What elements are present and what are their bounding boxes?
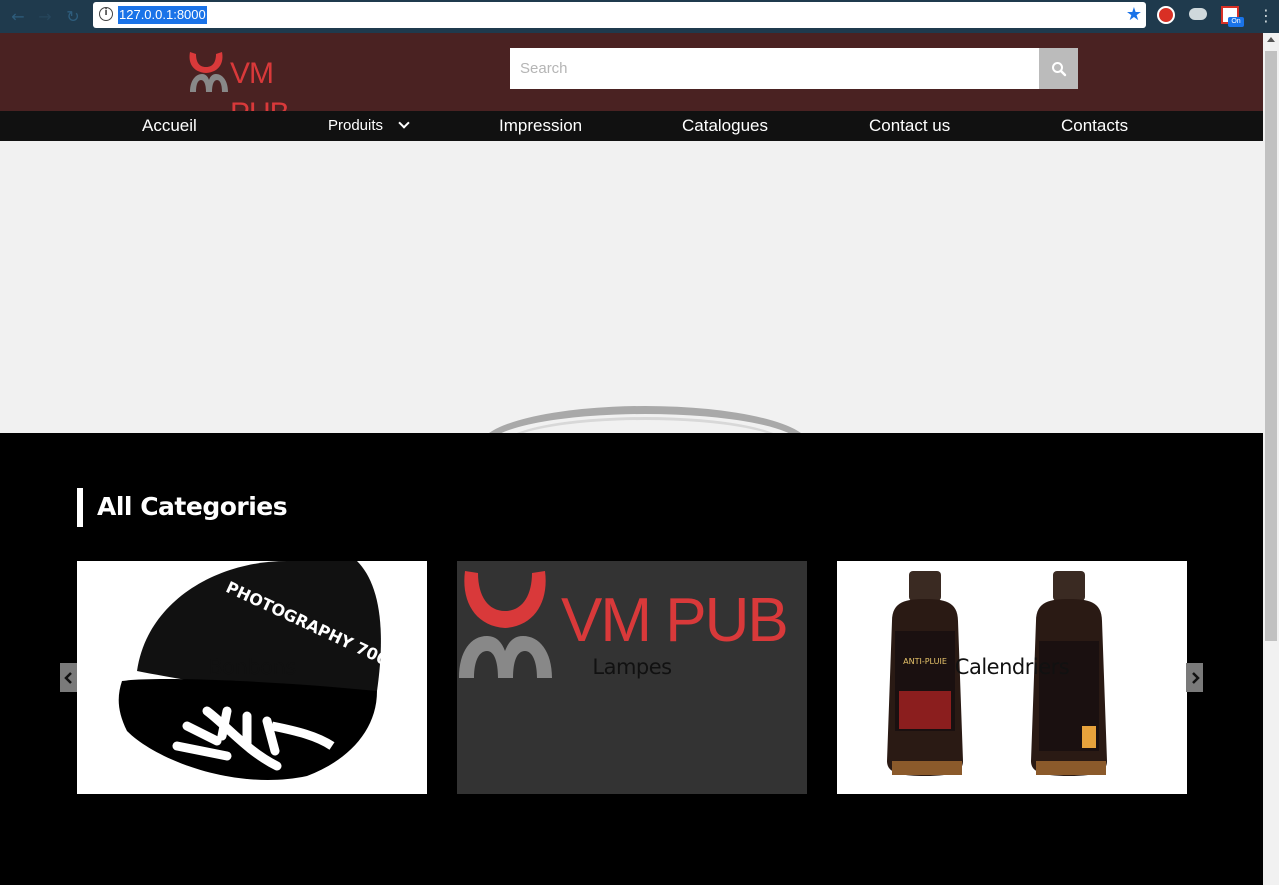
page-content: VM PUB Accueil Produits Impression Catal… xyxy=(0,33,1263,885)
section-title: All Categories xyxy=(97,492,288,521)
nav-item-accueil[interactable]: Accueil xyxy=(142,111,197,141)
reload-icon[interactable]: ↻ xyxy=(62,5,84,27)
chevron-left-icon xyxy=(63,671,72,684)
title-accent-bar xyxy=(77,488,83,527)
category-label: Calendriers xyxy=(954,655,1070,679)
browser-toolbar: ← → ↻ i 127.0.0.1:8000 ★ On ⋮ xyxy=(0,0,1279,33)
carousel-next-button[interactable] xyxy=(1186,663,1203,692)
extension-on-badge: On xyxy=(1228,17,1244,27)
nav-item-contacts[interactable]: Contacts xyxy=(1061,111,1128,141)
nav-item-impression[interactable]: Impression xyxy=(499,111,582,141)
site-logo[interactable]: VM PUB xyxy=(186,46,331,130)
category-card-bonbons[interactable]: PHOTOGRAPHY 700 Bonbons xyxy=(77,561,427,794)
search-input[interactable] xyxy=(510,48,1040,89)
search-icon xyxy=(1051,61,1066,76)
carousel-prev-button[interactable] xyxy=(60,663,77,692)
search-button[interactable] xyxy=(1039,48,1078,89)
forward-arrow-icon[interactable]: → xyxy=(34,5,56,27)
url-text[interactable]: 127.0.0.1:8000 xyxy=(118,6,207,24)
categories-section: All Categories PHOTOGRAPHY 700 Bonbons V… xyxy=(0,433,1263,885)
shield-extension-icon[interactable] xyxy=(1157,6,1175,24)
category-card-calendriers[interactable]: ANTI-PLUIE Calendriers xyxy=(837,561,1187,794)
hero-banner xyxy=(0,141,1263,433)
nav-item-contact-us[interactable]: Contact us xyxy=(869,111,950,141)
cloud-extension-icon[interactable] xyxy=(1189,8,1207,20)
category-label: Lampes xyxy=(592,655,672,679)
category-label: Bonbons xyxy=(208,655,296,679)
chevron-down-icon[interactable] xyxy=(398,117,410,129)
site-header: VM PUB xyxy=(0,33,1263,130)
chevron-right-icon xyxy=(1191,671,1200,684)
main-nav: Accueil Produits Impression Catalogues C… xyxy=(0,111,1263,141)
kebab-menu-icon[interactable]: ⋮ xyxy=(1258,6,1274,26)
nav-item-produits[interactable]: Produits xyxy=(328,111,383,141)
back-arrow-icon[interactable]: ← xyxy=(7,5,29,27)
bookmark-star-icon[interactable]: ★ xyxy=(1126,4,1142,26)
info-icon[interactable]: i xyxy=(99,7,113,21)
vm-logo-mark-icon xyxy=(189,52,228,92)
card-logo-text: VM PUB xyxy=(561,586,787,655)
category-card-lampes[interactable]: VM PUB Lampes xyxy=(457,561,807,794)
address-bar[interactable]: i 127.0.0.1:8000 ★ xyxy=(93,2,1146,28)
page-scrollbar[interactable] xyxy=(1263,33,1279,885)
nav-item-catalogues[interactable]: Catalogues xyxy=(682,111,768,141)
scroll-thumb[interactable] xyxy=(1265,51,1277,641)
scroll-up-arrow-icon[interactable] xyxy=(1267,37,1275,42)
